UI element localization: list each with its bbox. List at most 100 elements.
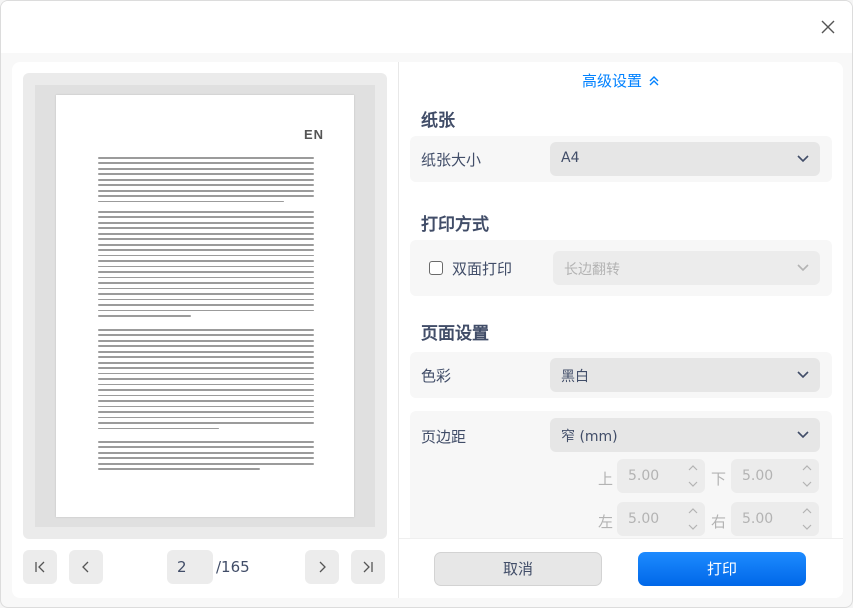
text-line	[98, 293, 314, 295]
last-page-button[interactable]	[351, 550, 385, 584]
close-icon	[821, 20, 835, 34]
print-button[interactable]: 打印	[638, 552, 806, 586]
margin-bottom-label: 下	[711, 470, 727, 488]
action-bar: 取消 打印	[399, 538, 843, 598]
text-line	[98, 462, 314, 465]
text-line	[98, 446, 314, 449]
paper-size-label: 纸张大小	[421, 151, 482, 169]
chevron-down-icon	[797, 264, 809, 272]
first-page-icon	[35, 561, 45, 573]
text-line	[98, 238, 314, 241]
preview-panel: EN 2 /165	[12, 62, 398, 598]
previous-page-button[interactable]	[69, 550, 103, 584]
chevron-down-icon	[797, 371, 809, 379]
margin-bottom-spinbox[interactable]: 5.00	[731, 459, 819, 493]
text-line	[98, 162, 314, 165]
duplex-checkbox[interactable]	[429, 261, 443, 275]
text-line	[98, 287, 314, 290]
text-line	[98, 184, 314, 187]
cancel-button[interactable]: 取消	[434, 552, 602, 586]
title-bar	[1, 1, 852, 53]
text-line	[98, 405, 314, 408]
chevron-up-icon[interactable]	[687, 463, 699, 473]
color-label: 色彩	[421, 367, 452, 385]
duplex-row: 双面打印 长边翻转	[410, 240, 832, 296]
text-line	[98, 304, 314, 306]
text-line	[98, 232, 314, 235]
paragraph-3	[98, 329, 314, 433]
text-line	[98, 200, 284, 203]
page-preview: EN	[56, 95, 354, 517]
text-line	[98, 216, 314, 219]
advanced-settings-label: 高级设置	[581, 72, 642, 90]
text-line	[98, 157, 314, 159]
text-line	[98, 167, 314, 170]
text-line	[98, 195, 314, 197]
text-line	[98, 451, 314, 454]
chevron-down-icon[interactable]	[801, 479, 813, 489]
text-line	[98, 441, 314, 443]
margin-top-label: 上	[598, 470, 614, 488]
text-line	[98, 378, 314, 380]
margin-label: 页边距	[421, 428, 467, 446]
text-line	[98, 411, 314, 413]
chevron-down-icon[interactable]	[801, 522, 813, 532]
chevron-up-icon[interactable]	[801, 506, 813, 516]
paragraph-1	[98, 157, 314, 206]
chevron-down-icon[interactable]	[687, 479, 699, 489]
margin-left-label: 左	[598, 513, 614, 531]
flip-mode-select[interactable]: 长边翻转	[553, 251, 820, 285]
chevron-up-icon[interactable]	[687, 506, 699, 516]
total-pages: /165	[216, 558, 250, 576]
advanced-settings-toggle[interactable]: 高级设置	[399, 70, 843, 91]
margin-row: 页边距 窄 (mm) 上 5.00 下 5.00 左 5.00 右 5.00	[410, 411, 832, 551]
text-line	[98, 422, 314, 424]
text-line	[98, 468, 260, 471]
color-row: 色彩 黑白	[410, 352, 832, 398]
print-dialog: EN 2 /165 高级设置 纸张 纸张大小 A4 打印方式 双面打印 长边翻转…	[0, 0, 853, 608]
text-line	[98, 416, 314, 419]
chevron-up-icon[interactable]	[801, 463, 813, 473]
chevron-down-icon[interactable]	[687, 522, 699, 532]
text-line	[98, 221, 314, 224]
text-line	[98, 178, 314, 181]
text-line	[98, 339, 314, 342]
chevron-left-icon	[82, 561, 89, 573]
text-line	[98, 394, 314, 397]
text-line	[98, 282, 314, 284]
text-line	[98, 173, 314, 176]
text-line	[98, 345, 314, 348]
text-line	[98, 298, 314, 301]
close-button[interactable]	[816, 15, 840, 39]
next-page-button[interactable]	[305, 550, 339, 584]
text-line	[98, 249, 314, 251]
text-line	[98, 309, 314, 312]
margin-select[interactable]: 窄 (mm)	[550, 418, 820, 452]
text-line	[98, 367, 314, 369]
page-navigation: 2 /165	[23, 550, 387, 586]
chevron-down-icon	[797, 431, 809, 439]
paper-size-row: 纸张大小 A4	[410, 136, 832, 182]
first-page-button[interactable]	[23, 550, 57, 584]
document-logo: EN	[303, 127, 324, 142]
margin-top-spinbox[interactable]: 5.00	[617, 459, 705, 493]
last-page-icon	[363, 561, 373, 573]
text-line	[98, 315, 191, 317]
text-line	[98, 227, 314, 230]
current-page-input[interactable]: 2	[167, 550, 213, 584]
text-line	[98, 372, 314, 375]
margin-right-spinbox[interactable]: 5.00	[731, 502, 819, 536]
text-line	[98, 260, 314, 262]
text-line	[98, 271, 314, 273]
chevron-right-icon	[319, 561, 326, 573]
text-line	[98, 211, 314, 213]
paragraph-4	[98, 441, 314, 474]
preview-area: EN	[23, 73, 387, 539]
margin-right-label: 右	[711, 513, 727, 531]
color-select[interactable]: 黑白	[550, 358, 820, 392]
paper-size-select[interactable]: A4	[550, 142, 820, 176]
print-mode-section-title: 打印方式	[421, 215, 489, 235]
text-line	[98, 189, 314, 192]
margin-left-spinbox[interactable]: 5.00	[617, 502, 705, 536]
text-line	[98, 383, 314, 386]
